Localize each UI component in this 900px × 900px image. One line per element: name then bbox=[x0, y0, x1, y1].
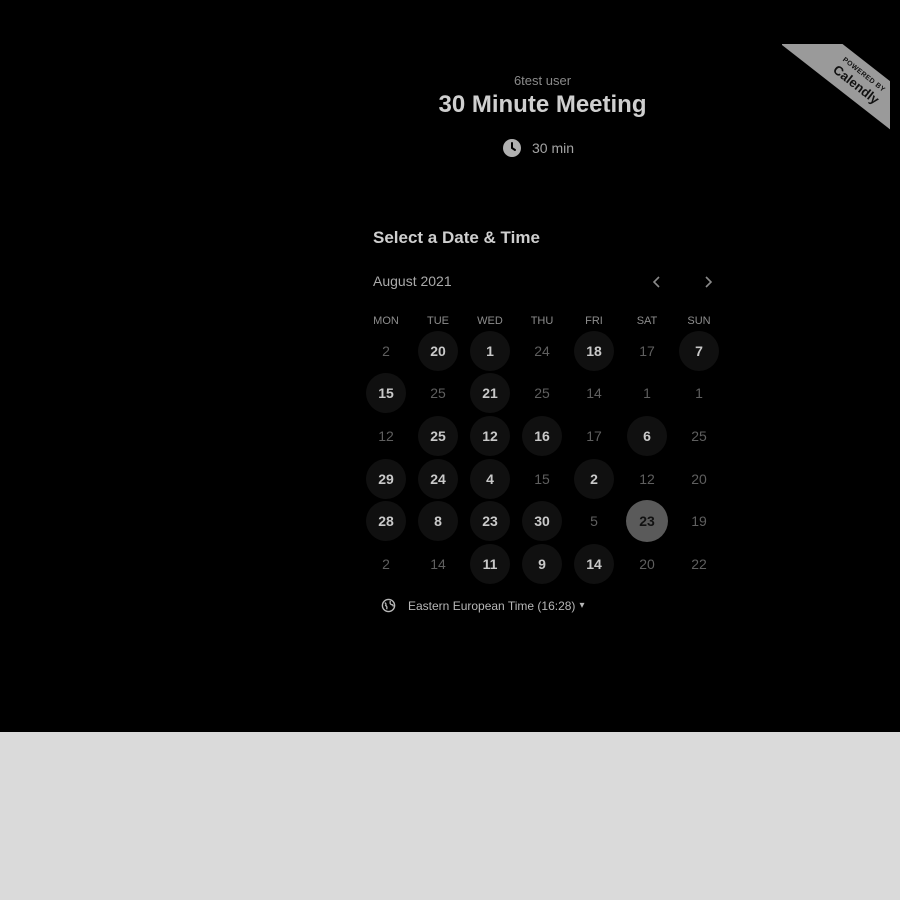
calendar-day[interactable]: 30 bbox=[522, 501, 562, 541]
prev-month-button[interactable] bbox=[645, 270, 669, 294]
calendar-day[interactable]: 24 bbox=[418, 459, 458, 499]
calendar-day[interactable]: 6 bbox=[627, 416, 667, 456]
calendar-day[interactable]: 20 bbox=[418, 331, 458, 371]
calendly-ribbon[interactable]: POWERED BY Calendly bbox=[782, 44, 890, 134]
calendar-day[interactable]: 23 bbox=[470, 501, 510, 541]
calendar-day[interactable]: 12 bbox=[470, 416, 510, 456]
event-owner: 6test user bbox=[513, 73, 572, 88]
calendar-day[interactable]: 28 bbox=[366, 501, 406, 541]
globe-icon bbox=[381, 598, 396, 613]
calendar-day: 14 bbox=[430, 556, 446, 572]
weekday-fri: FRI bbox=[585, 315, 603, 327]
calendar-day[interactable]: 14 bbox=[574, 544, 614, 584]
weekday-sat: SAT bbox=[636, 315, 658, 327]
chevron-left-icon bbox=[652, 276, 660, 288]
calendar-day: 15 bbox=[534, 471, 550, 487]
duration-label: 30 min bbox=[532, 140, 575, 156]
calendar-day[interactable]: 8 bbox=[418, 501, 458, 541]
timezone-label: Eastern European Time (16:28) bbox=[408, 598, 576, 613]
calendar-day: 1 bbox=[695, 385, 703, 401]
calendar-day[interactable]: 11 bbox=[470, 544, 510, 584]
chevron-right-icon bbox=[705, 276, 713, 288]
calendar-day[interactable]: 25 bbox=[418, 416, 458, 456]
calendar-day: 25 bbox=[534, 385, 550, 401]
calendar-day: 5 bbox=[590, 513, 598, 529]
calendar-day: 17 bbox=[586, 428, 602, 444]
calendar-day[interactable]: 18 bbox=[574, 331, 614, 371]
calendar-day[interactable]: 15 bbox=[366, 373, 406, 413]
calendar-day[interactable]: 16 bbox=[522, 416, 562, 456]
calendar-day: 20 bbox=[691, 471, 707, 487]
booking-panel: POWERED BY Calendly 6test user 30 Minute… bbox=[0, 0, 900, 732]
calendar-day: 2 bbox=[382, 343, 390, 359]
calendar-day[interactable]: 21 bbox=[470, 373, 510, 413]
next-month-button[interactable] bbox=[696, 270, 720, 294]
calendar-day: 20 bbox=[639, 556, 655, 572]
calendar-day: 12 bbox=[639, 471, 655, 487]
calendar-day: 1 bbox=[643, 385, 651, 401]
weekday-mon: MON bbox=[373, 315, 399, 327]
calendar-day: 19 bbox=[691, 513, 707, 529]
calendar-day: 17 bbox=[639, 343, 655, 359]
ribbon-band: POWERED BY Calendly bbox=[782, 44, 890, 134]
caret-down-icon: ▾ bbox=[579, 600, 585, 611]
calendar-day: 24 bbox=[534, 343, 550, 359]
calendar-day: 12 bbox=[378, 428, 394, 444]
calendar-day[interactable]: 4 bbox=[470, 459, 510, 499]
calendar-day: 2 bbox=[382, 556, 390, 572]
calendar-day: 22 bbox=[691, 556, 707, 572]
calendar-day[interactable]: 29 bbox=[366, 459, 406, 499]
weekday-tue: TUE bbox=[427, 315, 449, 327]
weekday-thu: THU bbox=[530, 315, 554, 327]
calendar-day: 25 bbox=[430, 385, 446, 401]
weekday-wed: WED bbox=[477, 315, 503, 327]
calendar-day[interactable]: 1 bbox=[470, 331, 510, 371]
section-title: Select a Date & Time bbox=[373, 228, 540, 247]
calendar-day[interactable]: 7 bbox=[679, 331, 719, 371]
calendar-day: 25 bbox=[691, 428, 707, 444]
month-label: August 2021 bbox=[373, 273, 452, 289]
weekday-sun: SUN bbox=[687, 315, 711, 327]
calendar-day[interactable]: 9 bbox=[522, 544, 562, 584]
calendar-day[interactable]: 2 bbox=[574, 459, 614, 499]
event-title: 30 Minute Meeting bbox=[438, 91, 647, 118]
clock-icon bbox=[503, 139, 521, 157]
event-duration: 30 min bbox=[502, 138, 574, 158]
timezone-selector[interactable]: Eastern European Time (16:28) ▾ bbox=[381, 598, 584, 613]
selected-day[interactable]: 23 bbox=[626, 500, 668, 542]
calendar-day: 14 bbox=[586, 385, 602, 401]
